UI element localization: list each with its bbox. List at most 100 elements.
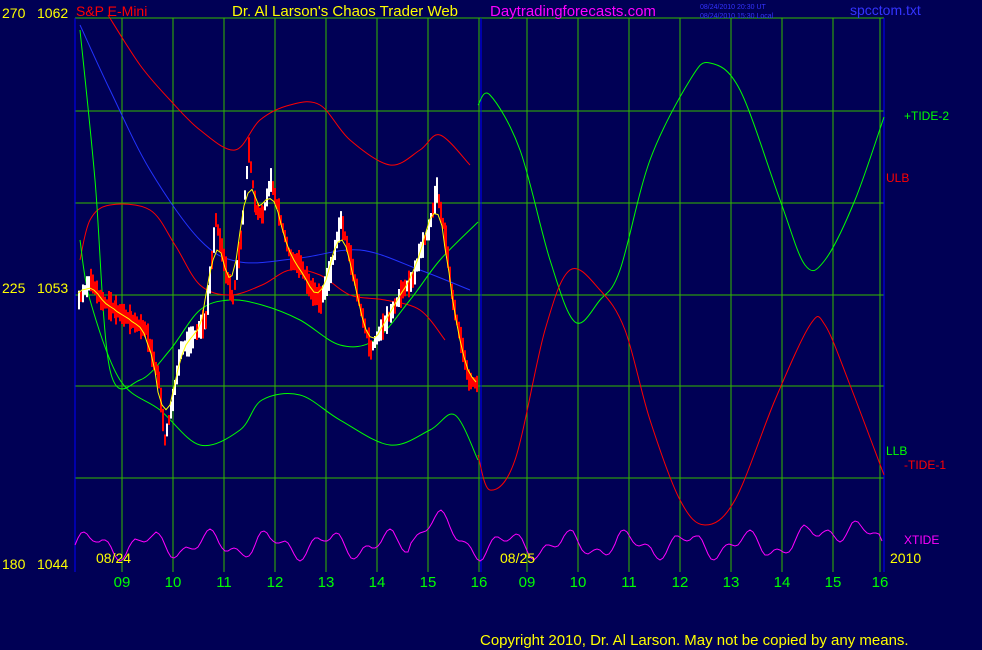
price-bar [262, 206, 264, 224]
x-tick-labels: 09 10 11 12 13 14 15 16 09 10 11 12 13 14 15 16 [114, 574, 889, 591]
x-tick-label: 16 [872, 574, 889, 591]
price-bars [78, 137, 478, 446]
axis-left-tide-top: 270 [2, 5, 26, 21]
price-bar [244, 190, 246, 200]
price-bar [338, 217, 340, 243]
x-tick-label: 09 [519, 574, 536, 591]
price-bar [166, 423, 168, 437]
legend-tide1: -TIDE-1 [904, 458, 946, 472]
price-bar [314, 282, 316, 306]
price-bar [476, 375, 478, 393]
price-bar [436, 177, 438, 203]
green-channel-lower [79, 239, 479, 461]
price-bar [310, 280, 312, 300]
price-bar [255, 205, 257, 215]
price-bar [145, 325, 147, 335]
price-bar [268, 181, 270, 197]
x-tick-label: 10 [570, 574, 587, 591]
price-bar [140, 314, 142, 340]
price-bar [250, 161, 252, 173]
price-bar [219, 228, 221, 252]
price-bar [252, 180, 254, 189]
tide1-line [477, 268, 885, 526]
x-tick-label: 14 [774, 574, 791, 591]
price-bar [92, 274, 94, 294]
axis-left-price-bottom: 1044 [37, 556, 68, 572]
x-tick-label: 15 [420, 574, 437, 591]
legend-ulb: ULB [886, 171, 909, 185]
price-bar [272, 181, 274, 195]
price-bar [234, 280, 236, 290]
tide2-line [477, 62, 885, 324]
price-bar [370, 340, 372, 360]
legend-xtide: XTIDE [904, 533, 939, 547]
price-bar [246, 166, 248, 180]
price-bar [240, 230, 242, 250]
price-bar [213, 227, 215, 253]
price-bar [368, 327, 370, 357]
timestamp-ut: 08/24/2010 20:30 UT [700, 4, 766, 11]
x-tick-label: 09 [114, 574, 131, 591]
price-bar [266, 188, 268, 207]
symbol-label: S&P E-Mini [76, 3, 147, 19]
date-label-year: 2010 [890, 550, 921, 566]
axis-left-price-mid: 1053 [37, 280, 68, 296]
price-bar [270, 168, 272, 192]
price-bar [412, 272, 414, 288]
price-bar [162, 408, 164, 432]
x-tick-label: 12 [672, 574, 689, 591]
price-bar [298, 250, 300, 278]
x-tick-label: 16 [471, 574, 488, 591]
average-line [77, 188, 477, 411]
price-bar [340, 211, 342, 229]
price-bar [168, 415, 170, 425]
copyright-notice: Copyright 2010, Dr. Al Larson. May not b… [480, 632, 909, 649]
price-bar [342, 216, 344, 240]
price-bar [430, 213, 432, 228]
price-bar [229, 274, 231, 301]
price-bar [205, 311, 207, 329]
price-bar [344, 231, 346, 241]
x-tick-label: 14 [369, 574, 386, 591]
price-bar [82, 284, 84, 303]
price-bar [408, 270, 410, 298]
price-bar [438, 194, 440, 209]
date-label-day2: 08/25 [500, 550, 535, 566]
price-bar [372, 341, 374, 351]
x-tick-label: 11 [621, 574, 637, 591]
price-bar [376, 331, 378, 345]
timestamp-local: 08/24/2010 15:30 Local [700, 13, 774, 20]
price-bar [264, 202, 266, 211]
price-bar [192, 326, 194, 349]
price-bar [94, 281, 96, 295]
axis-left-price-top: 1062 [37, 5, 68, 21]
price-bar [318, 283, 320, 313]
price-bar [236, 260, 238, 280]
price-bar [80, 291, 82, 302]
price-bar [190, 326, 192, 354]
price-bar [392, 301, 394, 319]
x-tick-label: 10 [165, 574, 182, 591]
x-tick-label: 15 [825, 574, 842, 591]
price-bar [232, 295, 234, 305]
axis-left-tide-bottom: 180 [2, 556, 26, 572]
price-average [77, 188, 477, 411]
price-bar [316, 287, 318, 306]
chaos-chart: S&P E-Mini Dr. Al Larson's Chaos Trader … [2, 2, 949, 591]
price-bar [434, 185, 436, 215]
chart-title: Dr. Al Larson's Chaos Trader Web [232, 3, 458, 20]
price-bar [158, 371, 160, 389]
x-tick-label: 11 [216, 574, 232, 591]
price-bar [259, 207, 261, 219]
x-tick-label: 12 [267, 574, 284, 591]
price-bar [215, 213, 217, 227]
price-bar [164, 434, 166, 446]
file-name: spcctom.txt [850, 2, 921, 18]
price-bar [217, 224, 219, 236]
x-tick-label: 13 [723, 574, 740, 591]
legend-llb: LLB [886, 444, 907, 458]
price-bar [248, 137, 250, 163]
website-label: Daytradingforecasts.com [490, 3, 656, 20]
date-label-day1: 08/24 [96, 550, 131, 566]
price-bar [86, 276, 88, 298]
